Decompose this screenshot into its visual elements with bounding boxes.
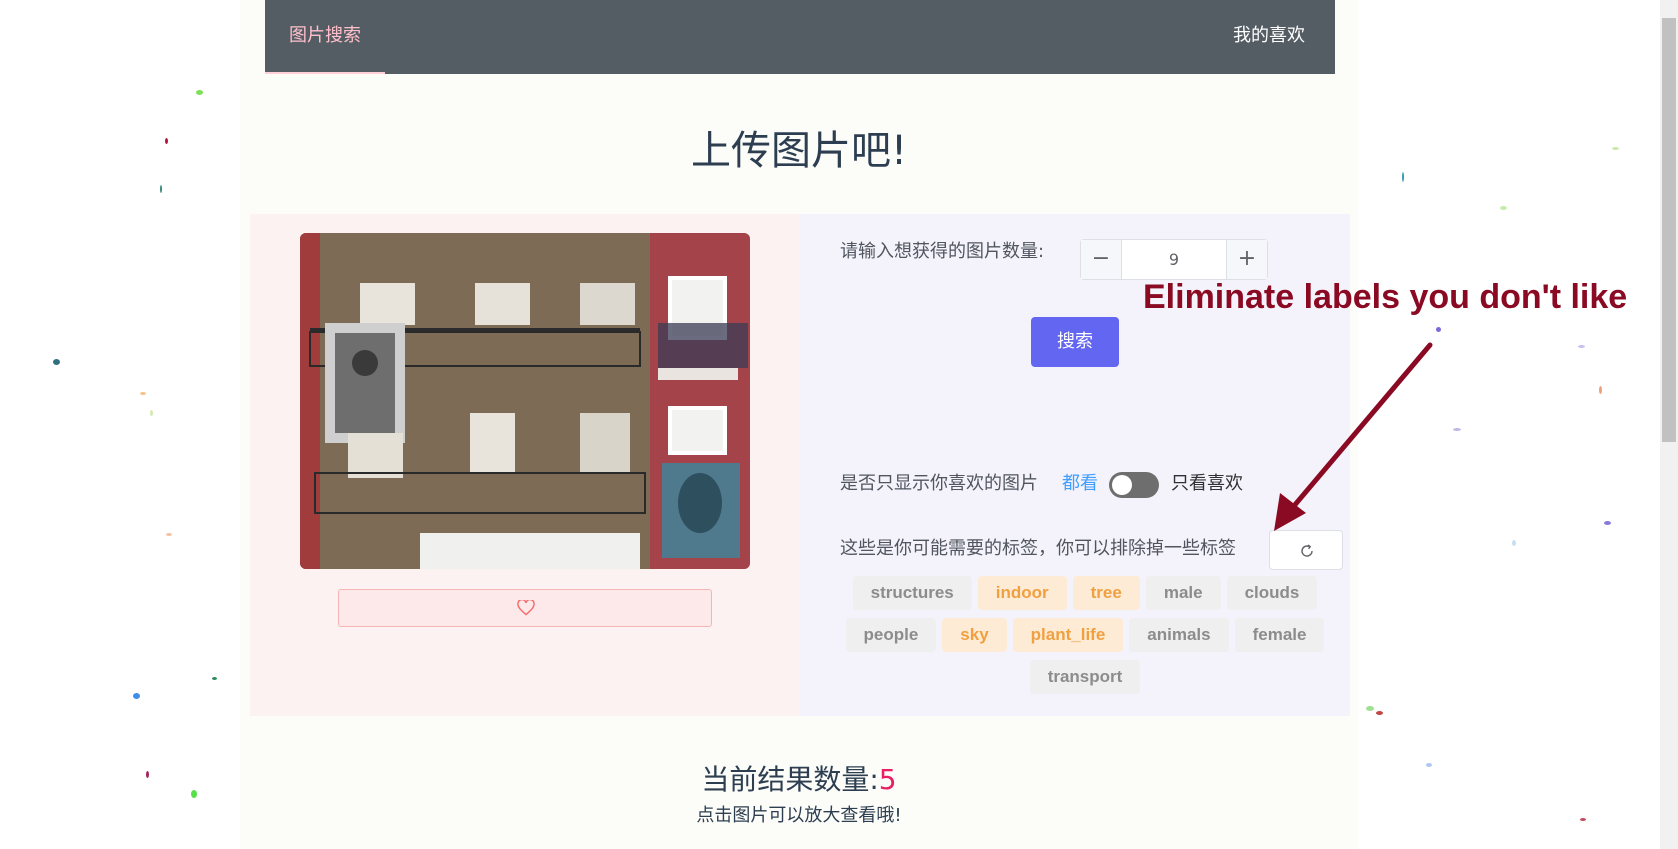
confetti-piece (1580, 818, 1586, 821)
annotation-arrow-icon (1274, 342, 1433, 531)
annotation-text: Eliminate labels you don't like (1143, 278, 1628, 316)
tag-chip[interactable]: female (1234, 618, 1325, 652)
building-photo-image (300, 233, 750, 569)
page-title: 上传图片吧! (690, 128, 908, 174)
tag-chip[interactable]: structures (852, 576, 972, 610)
image-count-input[interactable]: 9 (1122, 240, 1226, 279)
confetti-piece (1436, 327, 1441, 332)
confetti-piece (1599, 386, 1602, 394)
confetti-piece (166, 533, 172, 536)
tag-chip[interactable]: sky (942, 618, 1007, 652)
result-count-line: 当前结果数量:5 (240, 758, 1358, 798)
result-count-label: 当前结果数量: (701, 763, 879, 796)
confetti-piece (1612, 147, 1619, 150)
confetti-piece (1402, 172, 1404, 182)
reset-tags-button[interactable] (1269, 530, 1343, 570)
confetti-piece (196, 90, 203, 95)
image-count-stepper[interactable]: − 9 + (1080, 239, 1268, 280)
tag-chip[interactable]: male (1145, 576, 1221, 610)
refresh-icon (1301, 544, 1313, 557)
tag-chip[interactable]: plant_life (1012, 618, 1124, 652)
search-button[interactable]: 搜索 (1031, 317, 1119, 367)
vertical-scrollbar[interactable] (1660, 0, 1678, 849)
tag-chip[interactable]: indoor (977, 576, 1067, 610)
nav-tab-my-favorites[interactable]: 我的喜欢 (1233, 0, 1305, 74)
heart-outline-icon (517, 600, 535, 616)
tag-chip[interactable]: tree (1072, 576, 1140, 610)
like-button[interactable] (338, 589, 712, 627)
confetti-piece (191, 790, 197, 798)
uploaded-photo[interactable] (300, 233, 750, 569)
toggle-knob (1112, 475, 1132, 495)
confetti-piece (140, 392, 146, 395)
confetti-piece (160, 185, 162, 193)
confetti-piece (1366, 706, 1374, 711)
confetti-piece (1604, 521, 1611, 525)
confetti-piece (1453, 428, 1461, 431)
result-count-value: 5 (878, 763, 897, 796)
favorites-only-toggle[interactable] (1109, 472, 1159, 498)
confetti-piece (1376, 711, 1383, 715)
page: 图片搜索 我的喜欢 上传图片吧! 请输入想获得的图片数量: − 9 + 搜索 是… (240, 0, 1358, 849)
scrollbar-thumb[interactable] (1662, 18, 1676, 442)
confetti-piece (150, 410, 153, 416)
zoom-hint: 点击图片可以放大查看哦! (696, 805, 902, 826)
tag-list: structures indoor tree male clouds people sky p… (830, 574, 1340, 700)
tag-chip[interactable]: clouds (1226, 576, 1318, 610)
show-all-option[interactable]: 都看 (1062, 470, 1098, 498)
tag-chip[interactable]: animals (1129, 618, 1229, 652)
increment-button[interactable]: + (1226, 240, 1267, 279)
favorites-only-label: 是否只显示你喜欢的图片 (840, 473, 1038, 494)
confetti-piece (212, 677, 217, 680)
confetti-piece (1512, 540, 1516, 546)
tag-chip[interactable]: transport (1029, 660, 1141, 694)
confetti-piece (1426, 763, 1432, 767)
confetti-piece (133, 693, 140, 699)
confetti-piece (146, 771, 149, 778)
favorites-only-option[interactable]: 只看喜欢 (1171, 470, 1243, 498)
image-count-label: 请输入想获得的图片数量: (840, 241, 1045, 262)
nav-tab-image-search[interactable]: 图片搜索 (265, 0, 385, 74)
confetti-piece (165, 138, 168, 144)
decrement-button[interactable]: − (1081, 240, 1122, 279)
top-navigation: 图片搜索 我的喜欢 (265, 0, 1335, 74)
confetti-piece (53, 359, 60, 365)
tag-chip[interactable]: people (845, 618, 937, 652)
confetti-piece (1578, 345, 1585, 348)
tags-label: 这些是你可能需要的标签，你可以排除掉一些标签 (840, 538, 1236, 559)
image-panel (250, 214, 800, 716)
confetti-piece (1500, 206, 1507, 210)
